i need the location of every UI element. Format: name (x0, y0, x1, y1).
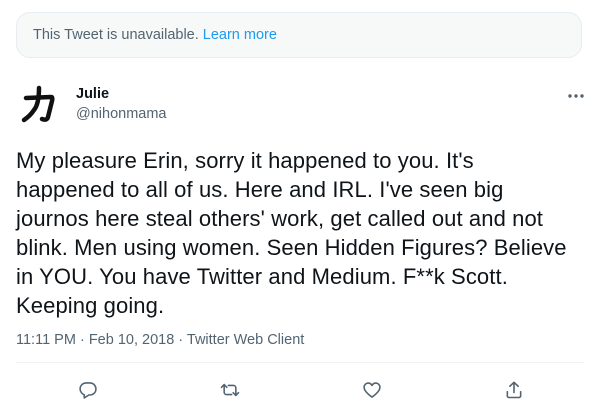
retweet-button[interactable] (218, 378, 242, 402)
author-handle[interactable]: @nihonmama (76, 106, 166, 122)
tweet-unavailable-notice: This Tweet is unavailable. Learn more (16, 12, 582, 58)
tweet-text: My pleasure Erin, sorry it happened to y… (16, 148, 567, 318)
unavailable-text: This Tweet is unavailable. (33, 27, 199, 43)
reply-button[interactable] (76, 378, 100, 402)
tweet-metadata: 11:11 PM · Feb 10, 2018 · Twitter Web Cl… (16, 332, 304, 348)
action-bar (0, 372, 600, 408)
author-display-name[interactable]: Julie (76, 86, 109, 102)
tweet-time[interactable]: 11:11 PM (16, 332, 76, 348)
learn-more-link[interactable]: Learn more (203, 27, 277, 43)
meta-separator: · (75, 332, 89, 348)
reply-icon (79, 382, 97, 399)
more-options-icon[interactable] (564, 86, 588, 106)
kanji-avatar-icon (21, 85, 55, 123)
tweet-client[interactable]: Twitter Web Client (187, 332, 304, 348)
divider (16, 362, 584, 363)
tweet-date[interactable]: Feb 10, 2018 (89, 332, 174, 348)
retweet-icon (220, 383, 240, 397)
share-icon (506, 381, 522, 399)
meta-separator: · (174, 332, 187, 348)
like-icon (363, 382, 381, 398)
share-button[interactable] (502, 378, 526, 402)
like-button[interactable] (360, 378, 384, 402)
avatar[interactable] (16, 80, 64, 128)
